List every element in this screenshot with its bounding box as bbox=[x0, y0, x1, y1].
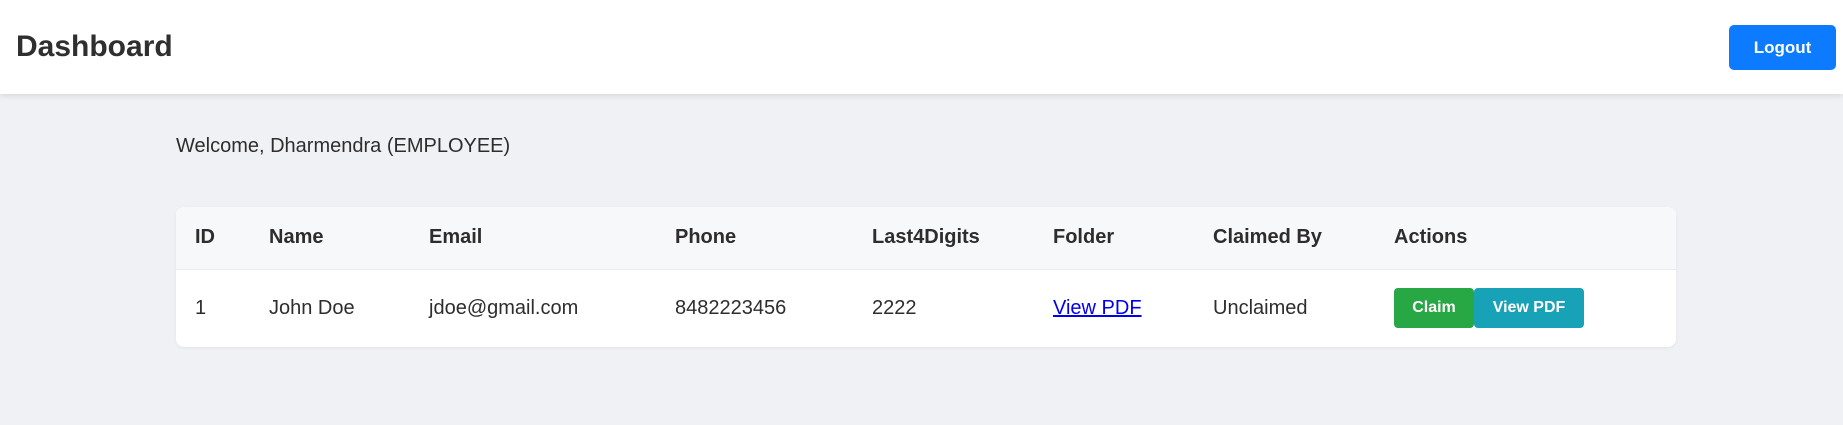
column-header-phone: Phone bbox=[675, 226, 737, 249]
column-header-id: ID bbox=[195, 226, 215, 249]
welcome-message: Welcome, Dharmendra (EMPLOYEE) bbox=[176, 135, 511, 157]
logout-button[interactable]: Logout bbox=[1729, 25, 1836, 70]
table-body: 1 John Doe jdoe@gmail.com 8482223456 222… bbox=[176, 269, 1676, 347]
cell-folder: View PDF bbox=[1053, 269, 1213, 347]
table-header: ID Name Email Phone Last4Digits Folder C… bbox=[176, 207, 1676, 269]
cell-email: jdoe@gmail.com bbox=[429, 296, 579, 319]
cell-claimed-by: Unclaimed bbox=[1213, 296, 1308, 319]
folder-view-pdf-link[interactable]: View PDF bbox=[1053, 297, 1142, 319]
cell-last4digits: 2222 bbox=[872, 296, 917, 319]
records-table: ID Name Email Phone Last4Digits Folder C… bbox=[176, 207, 1676, 347]
top-navbar: Dashboard Logout bbox=[0, 0, 1843, 94]
page-title: Dashboard bbox=[16, 30, 173, 63]
claim-button[interactable]: Claim bbox=[1394, 288, 1474, 329]
table-header-row: ID Name Email Phone Last4Digits Folder C… bbox=[176, 207, 1676, 269]
column-header-name: Name bbox=[269, 226, 324, 249]
cell-name: John Doe bbox=[269, 296, 355, 319]
column-header-actions: Actions bbox=[1394, 226, 1468, 249]
table-row: 1 John Doe jdoe@gmail.com 8482223456 222… bbox=[176, 269, 1676, 347]
cell-phone: 8482223456 bbox=[675, 296, 787, 319]
cell-id: 1 bbox=[195, 296, 207, 319]
column-header-claimed-by: Claimed By bbox=[1213, 226, 1322, 249]
column-header-last4digits: Last4Digits bbox=[872, 226, 980, 249]
view-pdf-button[interactable]: View PDF bbox=[1474, 288, 1584, 329]
column-header-email: Email bbox=[429, 226, 483, 249]
column-header-folder: Folder bbox=[1053, 226, 1115, 249]
records-table-card: ID Name Email Phone Last4Digits Folder C… bbox=[176, 207, 1676, 347]
cell-actions: Claim View PDF bbox=[1394, 269, 1676, 347]
